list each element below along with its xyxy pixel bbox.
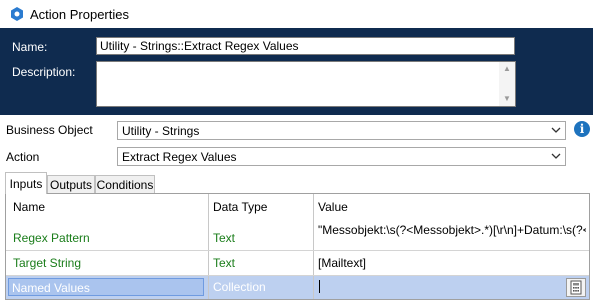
tab-conditions[interactable]: Conditions bbox=[95, 175, 155, 193]
action-dropdown[interactable]: Extract Regex Values bbox=[117, 147, 566, 166]
column-header-value[interactable]: Value bbox=[318, 200, 348, 214]
param-type-named-values: Collection bbox=[213, 280, 266, 294]
row-divider bbox=[6, 275, 589, 276]
param-type-target-string: Text bbox=[213, 256, 236, 270]
name-label: Name: bbox=[12, 40, 48, 54]
text-caret bbox=[319, 280, 320, 293]
tab-inputs[interactable]: Inputs bbox=[5, 172, 47, 194]
chevron-down-icon bbox=[551, 127, 561, 133]
tab-outputs[interactable]: Outputs bbox=[47, 175, 95, 193]
action-label: Action bbox=[6, 150, 40, 164]
business-object-label: Business Object bbox=[6, 123, 93, 137]
param-name-target-string[interactable]: Target String bbox=[13, 256, 81, 270]
param-value-target-string[interactable]: [Mailtext] bbox=[318, 256, 366, 270]
window-title: Action Properties bbox=[30, 7, 129, 22]
column-divider bbox=[208, 194, 209, 299]
gear-icon bbox=[11, 7, 23, 21]
header-panel: Name: Description: ▲ ▼ bbox=[0, 28, 593, 115]
scroll-up-icon[interactable]: ▲ bbox=[502, 65, 512, 73]
name-input[interactable] bbox=[96, 37, 515, 55]
row-divider bbox=[6, 250, 589, 251]
business-object-value: Utility - Strings bbox=[122, 124, 200, 138]
scroll-down-icon[interactable]: ▼ bbox=[502, 95, 512, 103]
param-name-regex-pattern[interactable]: Regex Pattern bbox=[13, 231, 90, 245]
description-input[interactable]: ▲ ▼ bbox=[96, 61, 516, 107]
inputs-grid: Name Data Type Value Regex Pattern Text … bbox=[5, 193, 590, 300]
description-scrollbar[interactable]: ▲ ▼ bbox=[499, 62, 515, 106]
column-divider bbox=[313, 194, 314, 299]
chevron-down-icon bbox=[551, 153, 561, 159]
calculator-button[interactable] bbox=[566, 278, 586, 297]
business-object-dropdown[interactable]: Utility - Strings bbox=[117, 121, 566, 140]
column-header-name[interactable]: Name bbox=[13, 200, 45, 214]
param-name-named-values[interactable]: Named Values bbox=[8, 278, 204, 296]
description-label: Description: bbox=[12, 65, 76, 79]
param-type-regex-pattern: Text bbox=[213, 231, 236, 245]
param-value-regex-pattern[interactable]: "Messobjekt:\s(?<Messobjekt>.*)[\r\n]+Da… bbox=[318, 223, 586, 237]
info-icon[interactable]: i bbox=[574, 121, 590, 137]
column-header-data-type[interactable]: Data Type bbox=[213, 200, 267, 214]
title-bar: Action Properties bbox=[0, 0, 593, 28]
calculator-icon bbox=[570, 280, 582, 295]
action-value: Extract Regex Values bbox=[122, 150, 237, 164]
